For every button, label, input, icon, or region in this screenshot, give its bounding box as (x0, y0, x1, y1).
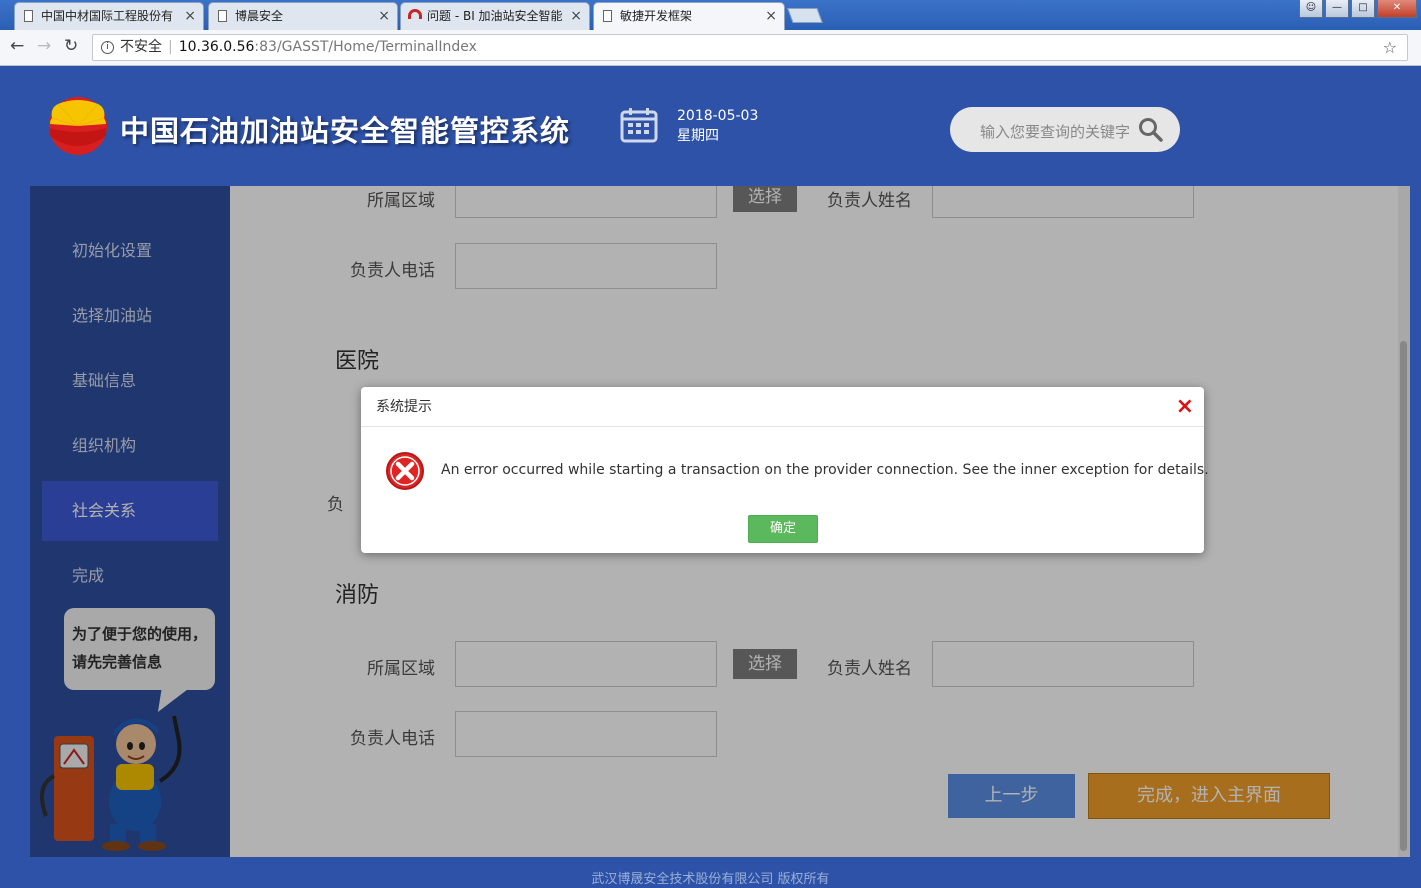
jira-icon (408, 9, 422, 19)
system-alert-dialog: 系统提示 × An error occurred while starting … (361, 387, 1209, 553)
page-icon (24, 10, 33, 22)
forward-icon[interactable]: → (37, 36, 51, 56)
footer-copyright: 武汉博晟安全技术股份有限公司 版权所有 (591, 872, 830, 887)
minimize-button[interactable]: — (1325, 0, 1349, 18)
security-label: 不安全 (120, 39, 162, 55)
page-icon (603, 10, 612, 22)
tab-close-icon[interactable]: × (765, 3, 777, 29)
dialog-close-icon[interactable]: × (1176, 393, 1194, 421)
petrochina-logo-icon (49, 97, 107, 155)
bookmark-star-icon[interactable]: ☆ (1383, 35, 1397, 60)
browser-tab-strip: 中国中材国际工程股份有 × 博晨安全 × 问题 - BI 加油站安全智能 × 敏… (0, 0, 1421, 30)
browser-toolbar: ← → ↻ i 不安全 | 10.36.0.56:83/GASST/Home/Term… (0, 30, 1421, 66)
tab-close-icon[interactable]: × (184, 3, 196, 29)
date-display: 2018-05-03 星期四 (677, 106, 758, 146)
browser-tab[interactable]: 博晨安全 × (208, 2, 398, 30)
app-header: 中国石油加油站安全智能管控系统 2018-05-03 星期四 输入您要查询的关键… (0, 66, 1421, 186)
url-host: 10.36.0.56 (178, 39, 255, 55)
reload-icon[interactable]: ↻ (64, 36, 78, 56)
url-path: :83/GASST/Home/TerminalIndex (254, 39, 477, 55)
browser-tab[interactable]: 中国中材国际工程股份有 × (14, 2, 204, 30)
dialog-title: 系统提示 (361, 387, 1204, 427)
info-icon[interactable]: i (101, 40, 114, 54)
date-text: 2018-05-03 (677, 108, 759, 124)
user-icon[interactable]: ☺ (1299, 0, 1323, 18)
dialog-message: An error occurred while starting a trans… (441, 462, 1209, 478)
tab-title: 博晨安全 (235, 9, 284, 23)
calendar-icon (620, 108, 658, 143)
search-icon[interactable] (1138, 117, 1164, 143)
browser-tab-active[interactable]: 敏捷开发框架 × (593, 2, 785, 30)
back-icon[interactable]: ← (10, 36, 24, 56)
search-box[interactable]: 输入您要查询的关键字 (950, 107, 1180, 152)
window-controls: ☺ — □ ✕ (1299, 0, 1417, 18)
page-icon (218, 10, 227, 22)
address-bar[interactable]: i 不安全 | 10.36.0.56:83/GASST/Home/TerminalIn… (92, 34, 1408, 61)
tab-close-icon[interactable]: × (378, 3, 390, 29)
app-title: 中国石油加油站安全智能管控系统 (120, 114, 571, 148)
close-window-button[interactable]: ✕ (1377, 0, 1417, 18)
search-input[interactable]: 输入您要查询的关键字 (980, 121, 1135, 142)
error-icon (386, 452, 424, 490)
ok-button[interactable]: 确定 (748, 515, 818, 543)
tab-title: 敏捷开发框架 (620, 9, 693, 23)
browser-tab[interactable]: 问题 - BI 加油站安全智能 × (400, 2, 590, 30)
weekday-text: 星期四 (677, 128, 719, 144)
maximize-button[interactable]: □ (1351, 0, 1375, 18)
tab-title: 问题 - BI 加油站安全智能 (427, 9, 563, 23)
tab-close-icon[interactable]: × (570, 3, 582, 29)
tab-title: 中国中材国际工程股份有 (41, 9, 174, 23)
new-tab-button[interactable] (787, 8, 823, 23)
